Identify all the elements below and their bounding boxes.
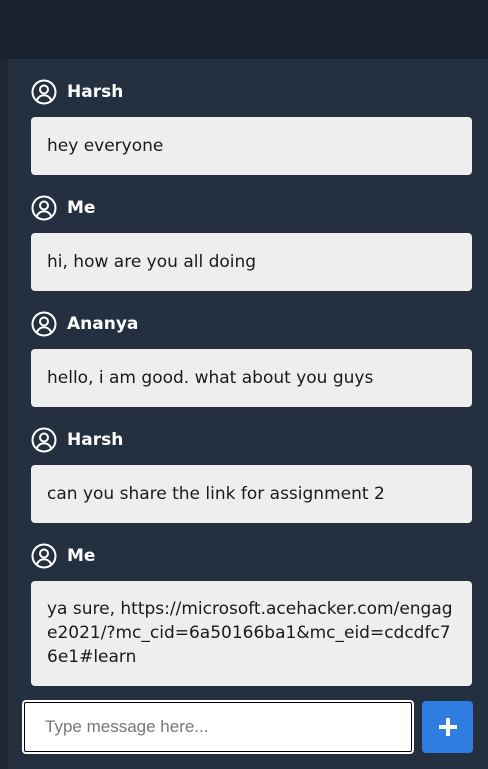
sender-name: Me — [67, 198, 96, 218]
message-list[interactable]: Harsh hey everyone Me hi, how are you al… — [8, 59, 488, 687]
message-item: Harsh hey everyone — [31, 59, 472, 175]
message-bubble: hey everyone — [31, 117, 472, 175]
message-item: Ananya hello, i am good. what about you … — [31, 291, 472, 407]
user-circle-icon — [31, 79, 57, 105]
sender-name: Me — [67, 546, 96, 566]
message-sender: Harsh — [31, 59, 472, 117]
user-circle-icon — [31, 195, 57, 221]
plus-icon — [438, 717, 458, 737]
message-sender: Me — [31, 175, 472, 233]
message-sender: Me — [31, 523, 472, 581]
message-bubble: can you share the link for assignment 2 — [31, 465, 472, 523]
message-input[interactable] — [22, 700, 414, 754]
user-circle-icon — [31, 311, 57, 337]
top-bar — [0, 0, 488, 59]
message-bubble: ya sure, https://microsoft.acehacker.com… — [31, 581, 472, 686]
sender-name: Harsh — [67, 430, 124, 450]
user-circle-icon — [31, 543, 57, 569]
message-sender: Ananya — [31, 291, 472, 349]
message-item: Me hi, how are you all doing — [31, 175, 472, 291]
message-sender: Harsh — [31, 407, 472, 465]
message-bubble: hello, i am good. what about you guys — [31, 349, 472, 407]
composer-bar — [8, 687, 488, 769]
send-button[interactable] — [422, 701, 473, 753]
sidebar-edge — [0, 59, 8, 769]
message-item: Me ya sure, https://microsoft.acehacker.… — [31, 523, 472, 686]
sender-name: Ananya — [67, 314, 139, 334]
sender-name: Harsh — [67, 82, 124, 102]
chat-panel: Harsh hey everyone Me hi, how are you al… — [8, 59, 488, 769]
message-item: Harsh can you share the link for assignm… — [31, 407, 472, 523]
message-bubble: hi, how are you all doing — [31, 233, 472, 291]
user-circle-icon — [31, 427, 57, 453]
